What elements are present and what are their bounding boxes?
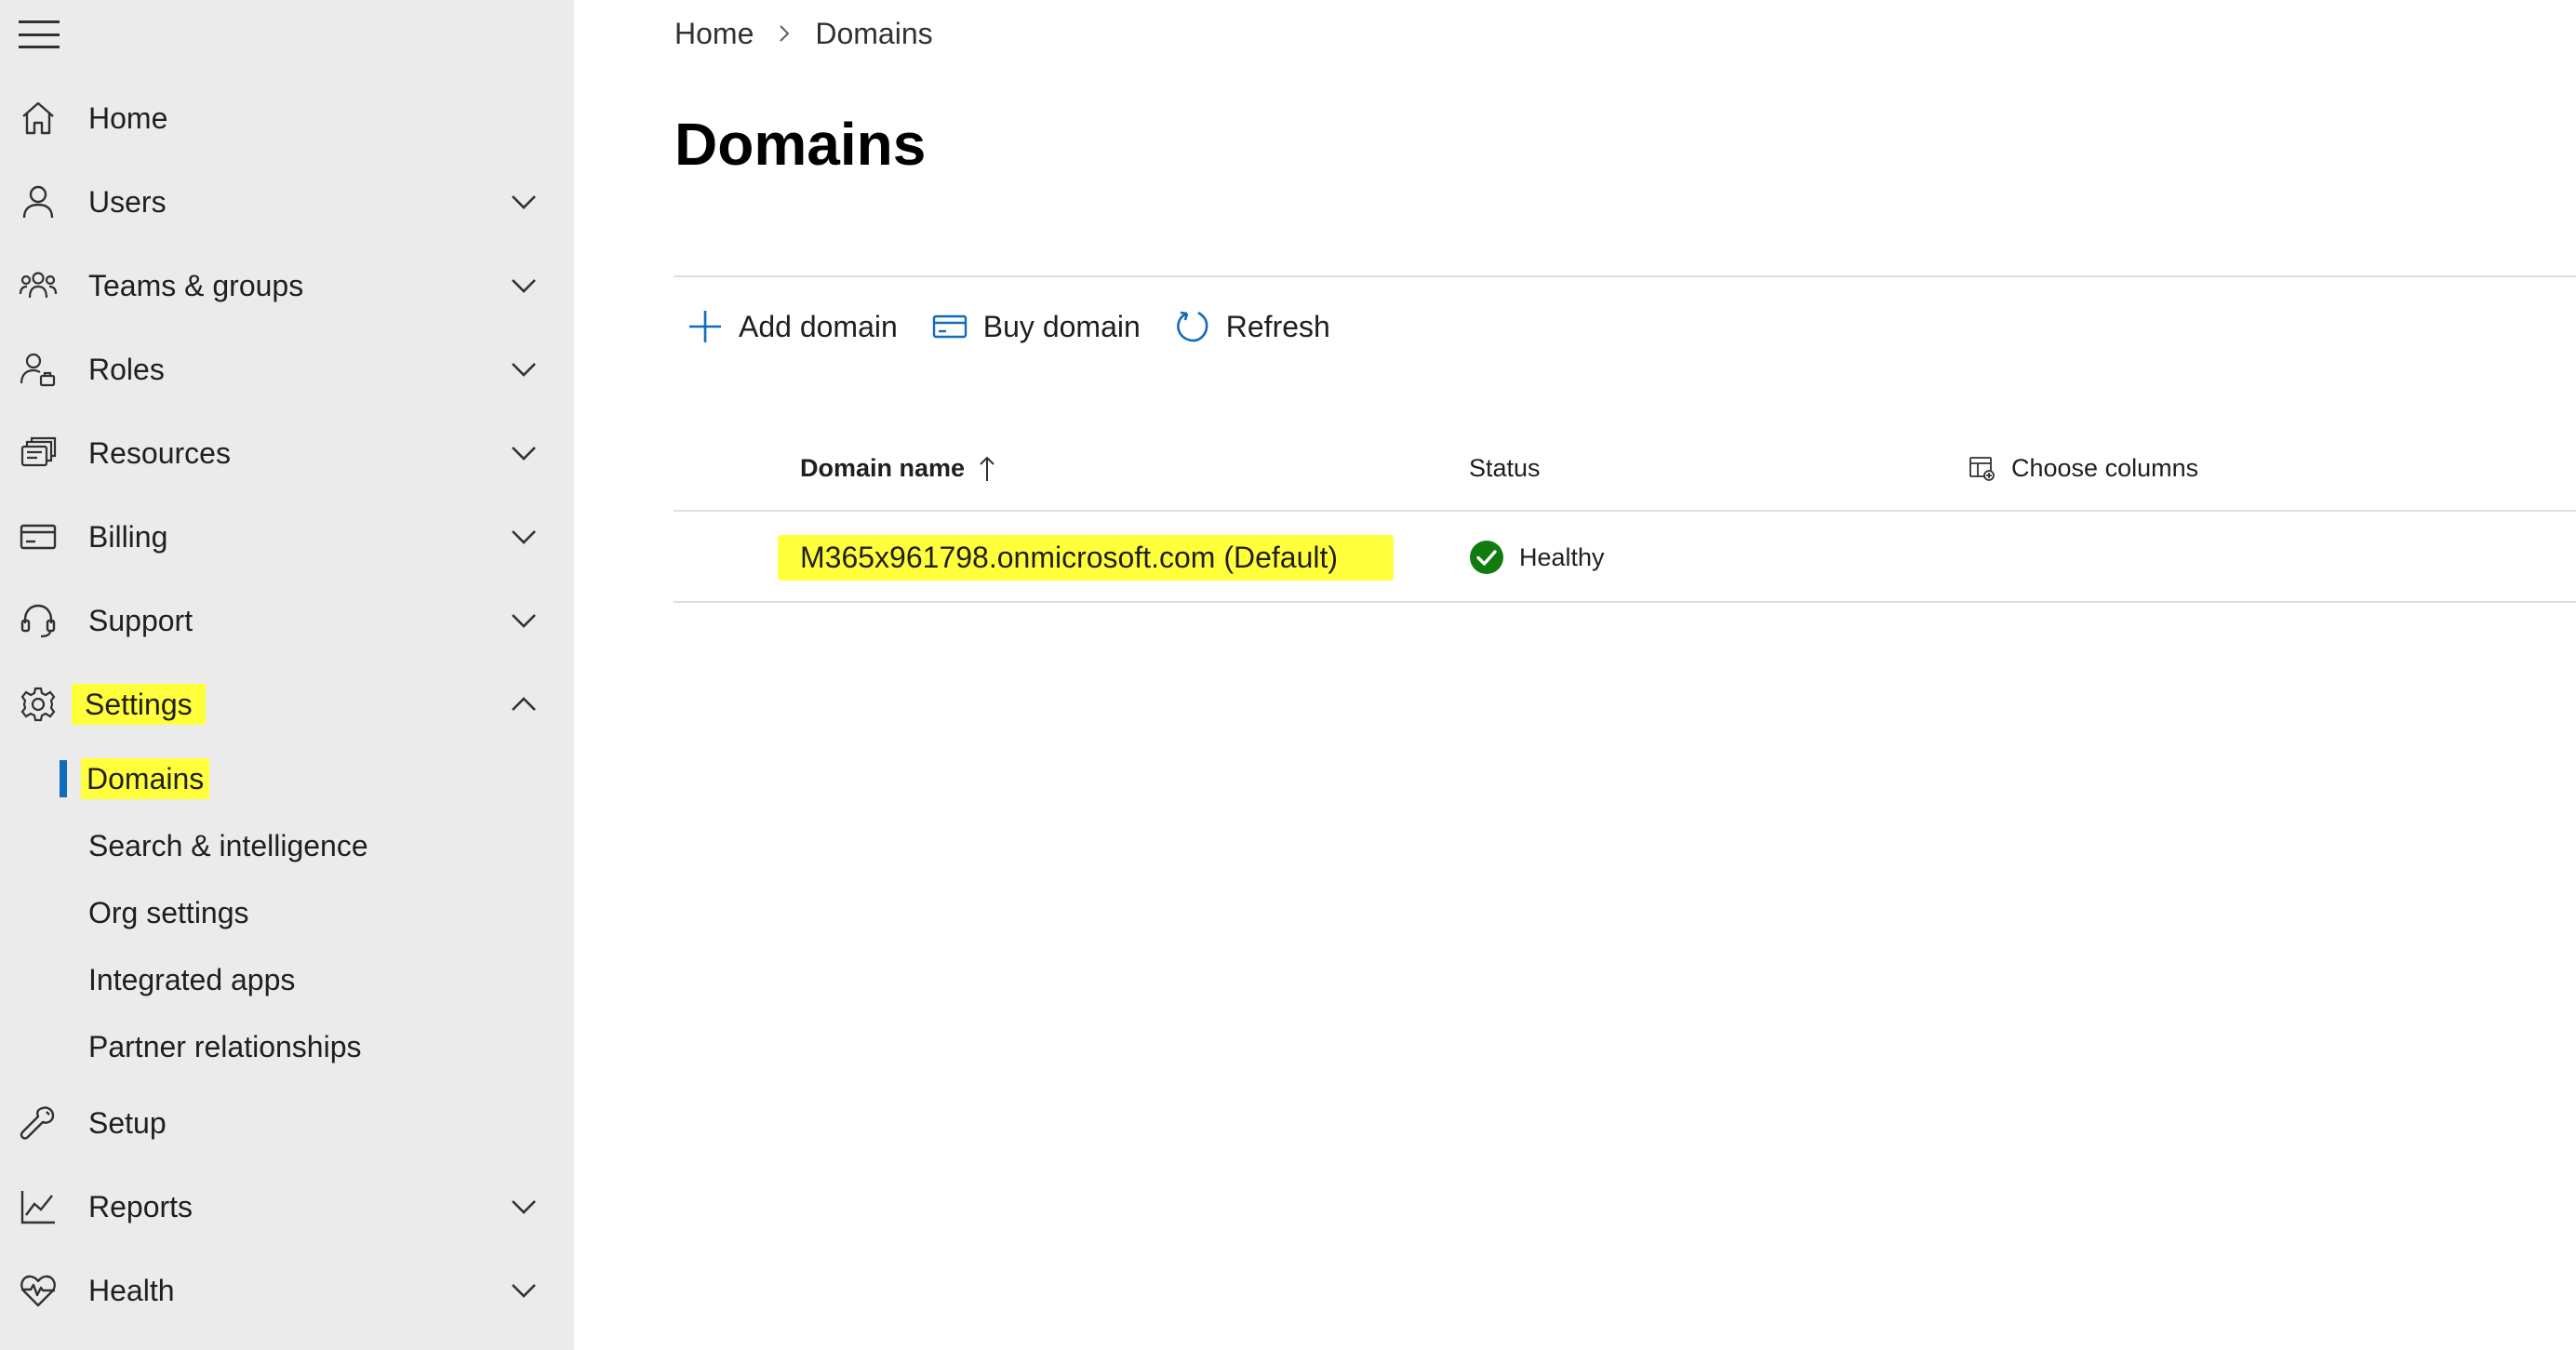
divider (674, 275, 2576, 277)
nav-label: Support (88, 603, 194, 637)
teams-icon (19, 266, 58, 305)
domain-name-link[interactable]: M365x961798.onmicrosoft.com (Default) (778, 534, 1395, 581)
column-header-status[interactable]: Status (1469, 454, 1541, 483)
table-header: Domain name Status Choose columns (674, 437, 2576, 512)
resources-icon (19, 434, 58, 473)
choose-columns-button[interactable]: Choose columns (1969, 454, 2198, 483)
chevron-down-icon[interactable] (507, 185, 541, 219)
nav-label: Setup (88, 1105, 167, 1140)
chevron-down-icon[interactable] (507, 520, 541, 554)
nav-label: Settings (72, 683, 206, 725)
nav-item-support[interactable]: Support (0, 583, 574, 658)
sidebar-item-search-intelligence[interactable]: Search & intelligence (0, 816, 574, 875)
refresh-icon (1174, 308, 1211, 345)
check-circle-icon (1469, 540, 1504, 575)
nav-item-roles[interactable]: Roles (0, 332, 574, 407)
active-indicator (60, 760, 67, 797)
chevron-down-icon[interactable] (507, 1274, 541, 1307)
billing-icon (19, 517, 58, 556)
nav-label: Users (88, 184, 167, 219)
chevron-down-icon[interactable] (507, 353, 541, 386)
left-navigation: Home Users Teams & groups Roles Resource… (0, 0, 574, 1350)
nav-item-users[interactable]: Users (0, 165, 574, 239)
sub-label: Org settings (88, 895, 249, 929)
nav-label: Health (88, 1273, 175, 1307)
sidebar-item-domains[interactable]: Domains (0, 749, 574, 809)
nav-label: Reports (88, 1189, 194, 1223)
plus-icon (687, 308, 724, 345)
roles-icon (19, 350, 58, 389)
nav-item-billing[interactable]: Billing (0, 500, 574, 574)
status-cell: Healthy (1469, 540, 1605, 575)
chevron-down-icon[interactable] (507, 1190, 541, 1223)
settings-label: Settings (72, 683, 206, 725)
choose-columns-icon (1969, 455, 1996, 483)
sub-label: Domains (81, 757, 210, 799)
chevron-down-icon[interactable] (507, 604, 541, 637)
buy-domain-label: Buy domain (982, 309, 1141, 343)
sidebar-item-org-settings[interactable]: Org settings (0, 883, 574, 942)
nav-item-reports[interactable]: Reports (0, 1170, 574, 1244)
sidebar-item-partner-relationships[interactable]: Partner relationships (0, 1017, 574, 1076)
breadcrumb-home-link[interactable]: Home (674, 17, 754, 51)
nav-item-setup[interactable]: Setup (0, 1086, 574, 1160)
gear-icon (19, 685, 58, 724)
buy-domain-button[interactable]: Buy domain (931, 308, 1141, 345)
chevron-down-icon[interactable] (507, 436, 541, 470)
nav-item-teams-groups[interactable]: Teams & groups (0, 248, 574, 323)
breadcrumb: Home Domains (674, 15, 933, 52)
credit-card-icon (931, 308, 968, 345)
page-title: Domains (674, 111, 927, 178)
column-header-label: Domain name (800, 454, 966, 482)
chevron-right-icon (774, 23, 794, 44)
nav-item-health[interactable]: Health (0, 1253, 574, 1328)
sidebar-item-integrated-apps[interactable]: Integrated apps (0, 950, 574, 1009)
headset-icon (19, 601, 58, 640)
table-row[interactable]: M365x961798.onmicrosoft.com (Default) He… (674, 514, 2576, 603)
column-header-domain-name[interactable]: Domain name (800, 454, 998, 483)
nav-item-home[interactable]: Home (0, 81, 574, 155)
nav-item-settings[interactable]: Settings (0, 667, 574, 742)
nav-label: Billing (88, 519, 168, 554)
nav-label: Teams & groups (88, 268, 304, 302)
add-domain-button[interactable]: Add domain (687, 308, 898, 345)
breadcrumb-current: Domains (815, 16, 933, 50)
sort-ascending-icon (976, 455, 998, 483)
home-icon (19, 99, 58, 138)
user-icon (19, 182, 58, 221)
refresh-button[interactable]: Refresh (1174, 308, 1330, 345)
wrench-icon (19, 1103, 58, 1143)
sub-label: Partner relationships (88, 1029, 362, 1063)
sub-label: Search & intelligence (88, 828, 368, 862)
nav-label: Roles (88, 352, 165, 386)
choose-columns-label: Choose columns (2011, 454, 2199, 482)
command-bar: Add domain Buy domain Refresh (687, 296, 1364, 357)
domain-name-cell[interactable]: M365x961798.onmicrosoft.com (Default) (778, 528, 1395, 586)
chart-icon (19, 1187, 58, 1226)
chevron-down-icon[interactable] (507, 269, 541, 302)
refresh-label: Refresh (1225, 309, 1330, 343)
nav-label: Resources (88, 435, 231, 470)
nav-item-resources[interactable]: Resources (0, 416, 574, 490)
hamburger-menu-icon[interactable] (19, 20, 60, 48)
chevron-up-icon[interactable] (507, 688, 541, 721)
sub-label: Integrated apps (88, 962, 296, 996)
status-text: Healthy (1519, 542, 1605, 571)
add-domain-label: Add domain (739, 309, 898, 343)
nav-label: Home (88, 100, 168, 135)
domains-label: Domains (81, 757, 210, 799)
heart-pulse-icon (19, 1271, 58, 1310)
